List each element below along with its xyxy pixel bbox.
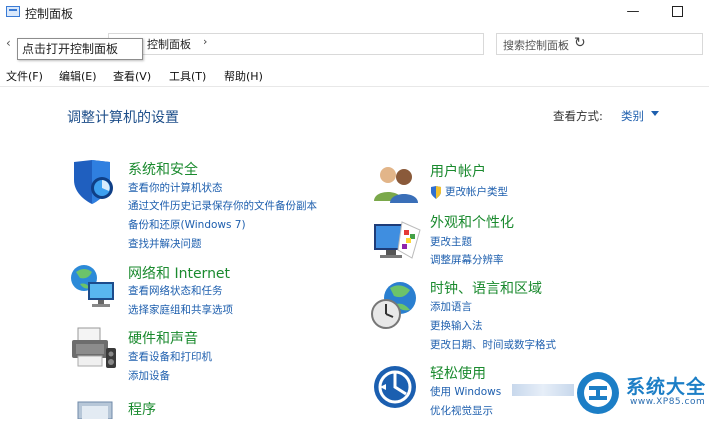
link-screen-resolution[interactable]: 调整屏幕分辨率 (430, 252, 504, 267)
search-input[interactable] (503, 36, 693, 55)
menu-view[interactable]: 查看(V) (113, 68, 151, 84)
watermark-site: www.XP85.com (630, 397, 706, 407)
search-box[interactable] (496, 33, 703, 55)
users-icon[interactable] (372, 163, 422, 203)
category-clock-language-region[interactable]: 时钟、语言和区域 (430, 278, 542, 298)
link-troubleshoot[interactable]: 查找并解决问题 (128, 236, 202, 251)
link-change-theme[interactable]: 更改主题 (430, 234, 472, 249)
appearance-icon[interactable] (372, 218, 422, 262)
address-path[interactable]: 控制面板 (147, 36, 191, 52)
link-add-language[interactable]: 添加语言 (430, 299, 472, 314)
ease-of-access-icon[interactable] (372, 364, 418, 410)
control-panel-icon (6, 6, 20, 17)
link-use-windows[interactable]: 使用 Windows (430, 384, 501, 399)
menu-edit[interactable]: 编辑(E) (59, 68, 97, 84)
page-title: 调整计算机的设置 (67, 110, 179, 126)
link-change-account-type[interactable]: 更改帐户类型 (445, 184, 508, 199)
menu-help[interactable]: 帮助(H) (224, 68, 263, 84)
watermark-name: 系统大全 (626, 376, 707, 398)
maximize-icon (671, 6, 683, 17)
back-arrow-icon[interactable]: ‹ (6, 36, 11, 50)
link-view-computer-status[interactable]: 查看你的计算机状态 (128, 180, 223, 195)
title-bar: 控制面板 — (0, 0, 709, 26)
category-appearance-personalization[interactable]: 外观和个性化 (430, 212, 514, 232)
tooltip: 点击打开控制面板 (17, 38, 143, 60)
link-devices-printers[interactable]: 查看设备和打印机 (128, 349, 212, 364)
link-change-input-method[interactable]: 更换输入法 (430, 318, 483, 333)
watermark: 系统大全 www.XP85.com (574, 366, 709, 419)
view-by-select[interactable]: 类别 (621, 108, 644, 124)
blurred-text (512, 384, 574, 396)
link-change-date-time-format[interactable]: 更改日期、时间或数字格式 (430, 337, 556, 352)
watermark-logo-icon (574, 370, 622, 416)
link-add-device[interactable]: 添加设备 (128, 368, 170, 383)
category-programs[interactable]: 程序 (128, 399, 156, 419)
category-hardware-sound[interactable]: 硬件和声音 (128, 328, 198, 348)
menu-tools[interactable]: 工具(T) (169, 68, 206, 84)
link-homegroup-sharing[interactable]: 选择家庭组和共享选项 (128, 302, 233, 317)
view-by-label: 查看方式: (553, 109, 603, 123)
category-network-internet[interactable]: 网络和 Internet (128, 263, 230, 283)
category-system-security[interactable]: 系统和安全 (128, 159, 198, 179)
programs-icon[interactable] (74, 398, 118, 420)
link-file-history-backup[interactable]: 通过文件历史记录保存你的文件备份副本 (128, 198, 317, 213)
network-icon[interactable] (68, 262, 120, 310)
clock-globe-icon[interactable] (370, 280, 422, 330)
view-by-dropdown-icon[interactable] (651, 111, 659, 116)
link-backup-restore[interactable]: 备份和还原(Windows 7) (128, 217, 246, 232)
minimize-button[interactable]: — (610, 0, 656, 26)
link-network-status[interactable]: 查看网络状态和任务 (128, 283, 223, 298)
menu-bar: 文件(F) 编辑(E) 查看(V) 工具(T) 帮助(H) (0, 66, 709, 87)
printer-icon[interactable] (70, 326, 120, 372)
breadcrumb-chevron-icon[interactable]: › (203, 35, 207, 48)
menu-file[interactable]: 文件(F) (6, 68, 43, 84)
uac-shield-icon (430, 184, 442, 199)
link-optimize-visual-display[interactable]: 优化视觉显示 (430, 403, 493, 418)
shield-icon[interactable] (70, 158, 120, 206)
category-ease-of-access[interactable]: 轻松使用 (430, 363, 486, 383)
category-user-accounts[interactable]: 用户帐户 (430, 161, 486, 181)
window-title: 控制面板 (25, 7, 74, 21)
maximize-button[interactable] (654, 0, 700, 26)
